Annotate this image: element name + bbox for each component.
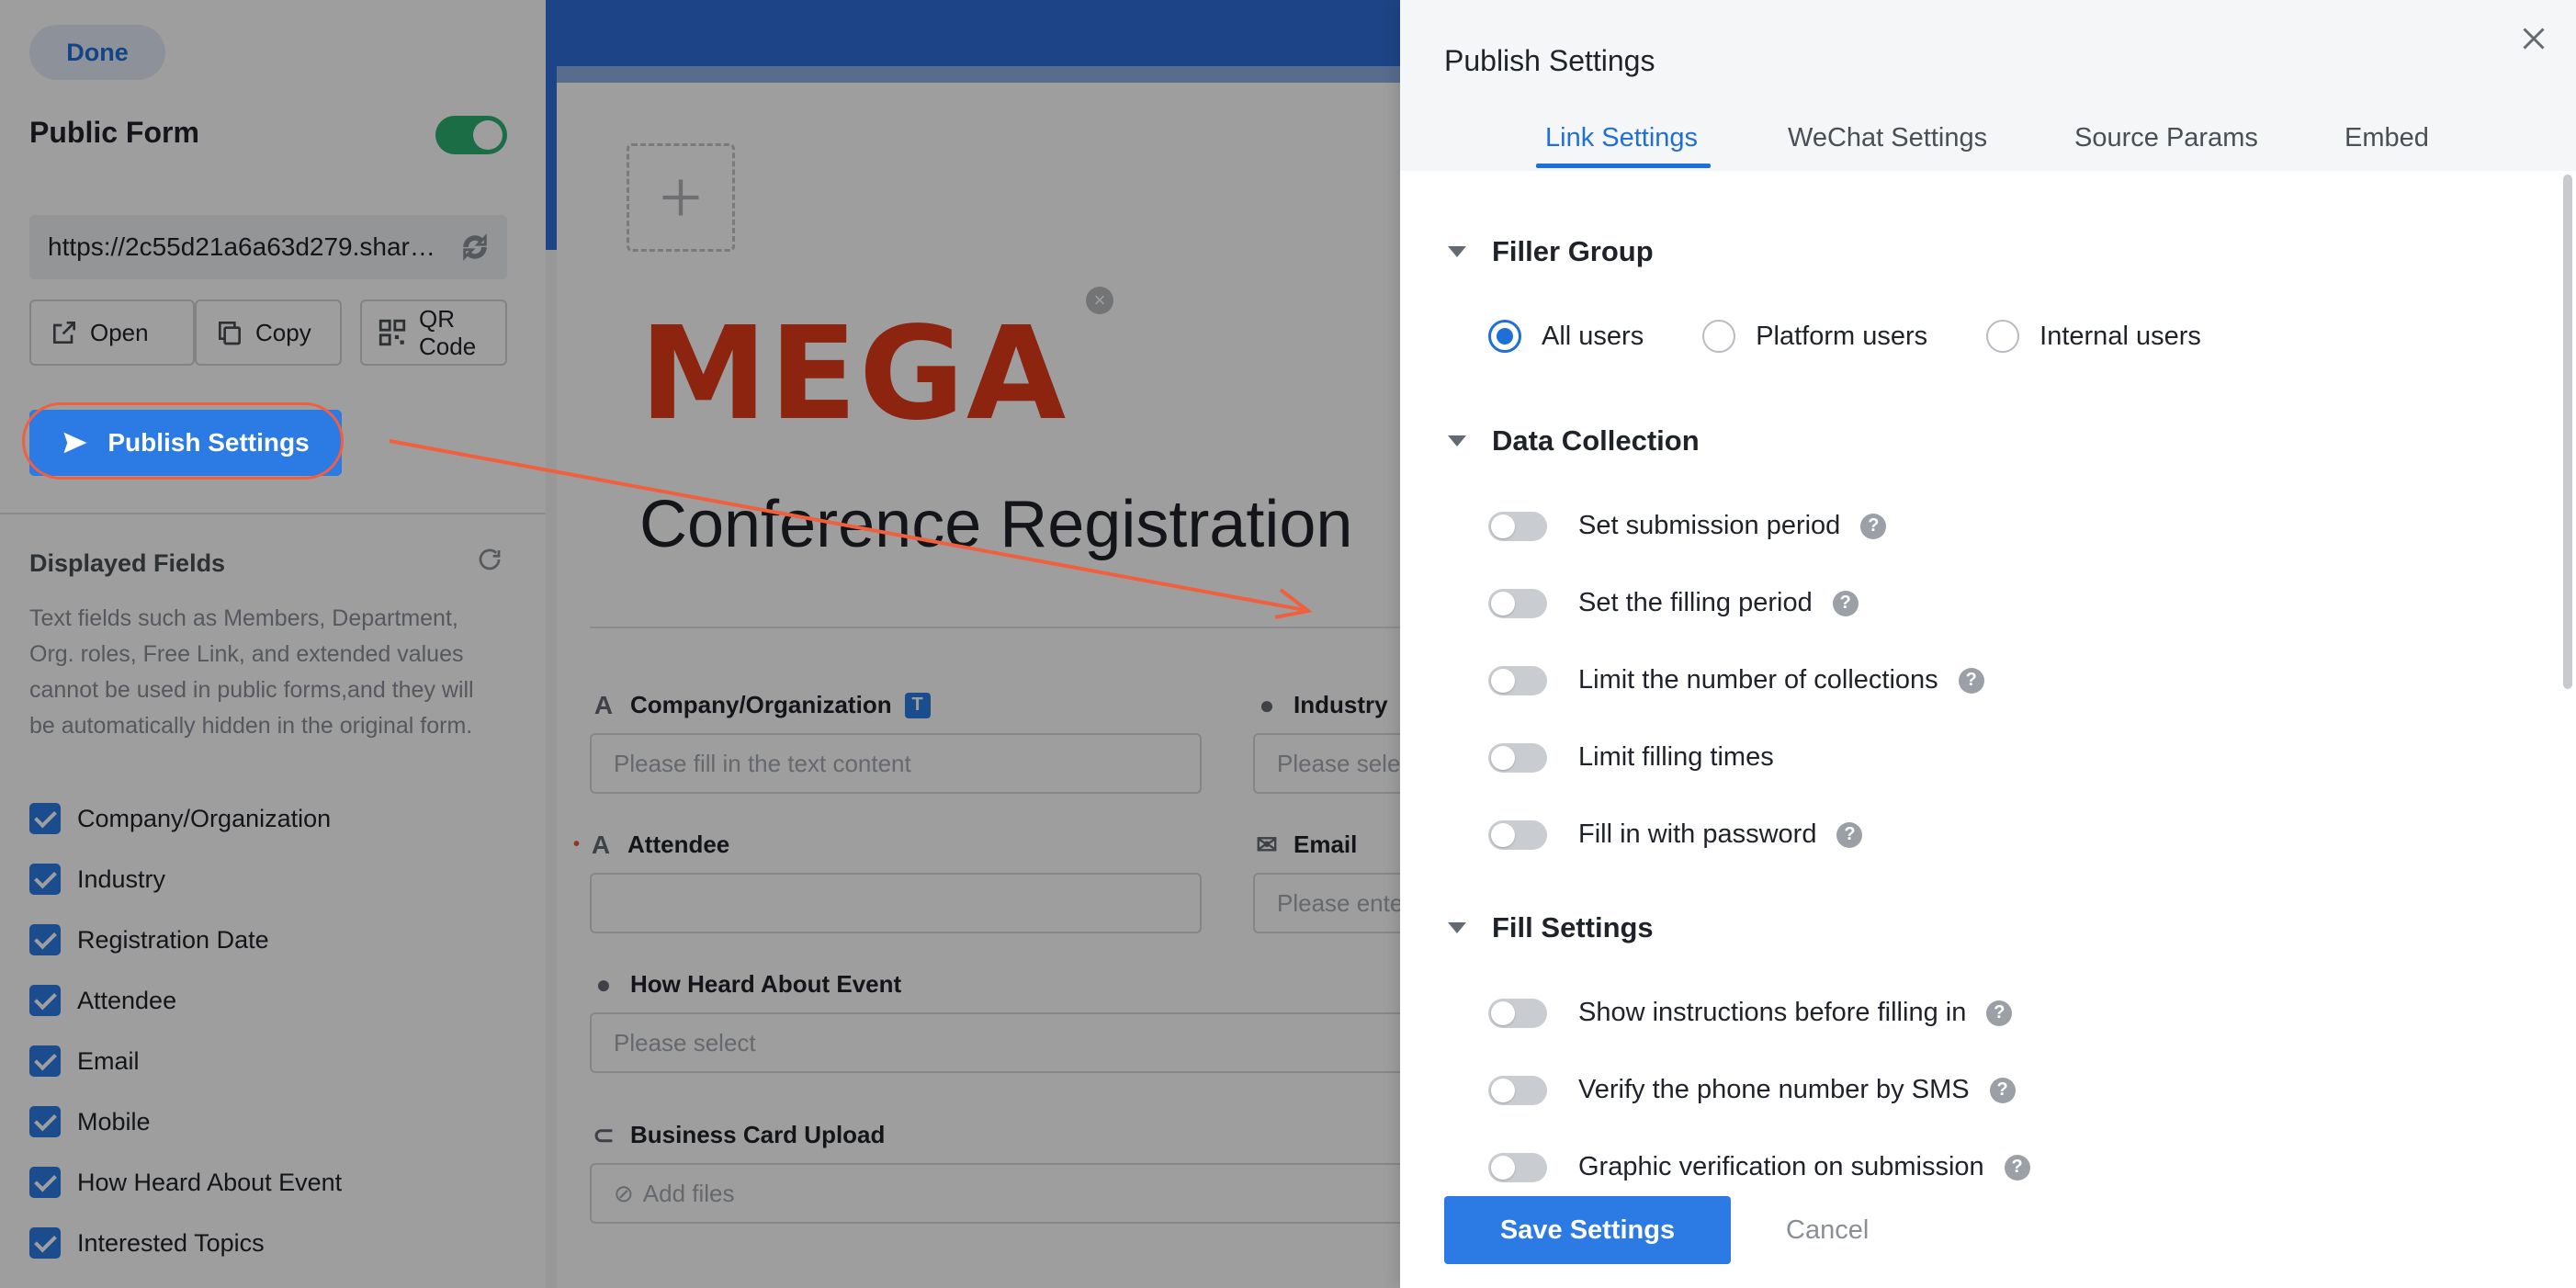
active-tab-indicator xyxy=(1536,164,1711,168)
tab-source-params[interactable]: Source Params xyxy=(2074,123,2258,153)
annotation-arrow xyxy=(389,439,1313,619)
tab-embed[interactable]: Embed xyxy=(2344,123,2429,153)
tab-wechat-settings[interactable]: WeChat Settings xyxy=(1788,123,1987,153)
setting-label: Set submission period xyxy=(1578,511,1841,540)
help-icon[interactable]: ? xyxy=(1958,667,1984,694)
setting-label: Fill in with password xyxy=(1578,819,1817,849)
setting-filling-period: Set the filling period? xyxy=(1488,588,1859,618)
radio-selected[interactable] xyxy=(1488,320,1521,353)
setting-label: Show instructions before filling in xyxy=(1578,998,1967,1027)
setting-limit-filling-times: Limit filling times xyxy=(1488,742,1774,773)
setting-graphic-verification: Graphic verification on submission? xyxy=(1488,1152,2030,1182)
radio-all-users[interactable]: All users xyxy=(1488,320,1644,353)
help-icon[interactable]: ? xyxy=(1986,1000,2013,1026)
setting-password: Fill in with password? xyxy=(1488,819,1863,850)
setting-verify-phone: Verify the phone number by SMS? xyxy=(1488,1075,2016,1105)
collapse-caret-icon xyxy=(1448,922,1466,933)
collapse-caret-icon xyxy=(1448,435,1466,446)
fill-settings-section-header[interactable]: Fill Settings xyxy=(1448,911,1654,944)
filler-group-title: Filler Group xyxy=(1492,235,1654,267)
toggle-switch[interactable] xyxy=(1488,1152,1547,1182)
setting-submission-period: Set submission period? xyxy=(1488,511,1887,541)
filler-group-radios: All users Platform users Internal users xyxy=(1488,320,2260,353)
help-icon[interactable]: ? xyxy=(1989,1077,2016,1103)
scrollbar[interactable] xyxy=(2563,175,2572,689)
close-icon[interactable] xyxy=(2517,22,2550,55)
radio-internal-users[interactable]: Internal users xyxy=(1986,320,2201,353)
drawer-title: Publish Settings xyxy=(1444,44,1655,77)
tab-link-settings[interactable]: Link Settings xyxy=(1545,123,1698,153)
data-collection-section-header[interactable]: Data Collection xyxy=(1448,424,1700,458)
toggle-switch[interactable] xyxy=(1488,588,1547,618)
toggle-switch[interactable] xyxy=(1488,511,1547,541)
toggle-switch[interactable] xyxy=(1488,819,1547,850)
help-icon[interactable]: ? xyxy=(1836,821,1863,848)
setting-label: Verify the phone number by SMS xyxy=(1578,1075,1970,1104)
help-icon[interactable]: ? xyxy=(1832,590,1859,616)
radio-unselected[interactable] xyxy=(1702,320,1736,353)
radio-label: Platform users xyxy=(1756,321,1928,351)
setting-limit-collections: Limit the number of collections? xyxy=(1488,665,1984,695)
fill-settings-title: Fill Settings xyxy=(1492,911,1654,943)
setting-label: Set the filling period xyxy=(1578,588,1813,617)
setting-label: Graphic verification on submission xyxy=(1578,1152,1984,1181)
radio-label: Internal users xyxy=(2039,321,2201,351)
help-icon[interactable]: ? xyxy=(1860,513,1887,539)
toggle-switch[interactable] xyxy=(1488,742,1547,773)
toggle-switch[interactable] xyxy=(1488,998,1547,1028)
save-settings-button[interactable]: Save Settings xyxy=(1444,1196,1731,1264)
collapse-caret-icon xyxy=(1448,246,1466,257)
toggle-switch[interactable] xyxy=(1488,665,1547,695)
setting-show-instructions: Show instructions before filling in? xyxy=(1488,998,2013,1028)
data-collection-title: Data Collection xyxy=(1492,424,1700,457)
publish-settings-drawer: Publish Settings Link Settings WeChat Se… xyxy=(1400,0,2576,1288)
help-icon[interactable]: ? xyxy=(2004,1154,2030,1181)
radio-unselected[interactable] xyxy=(1986,320,2020,353)
toggle-switch[interactable] xyxy=(1488,1075,1547,1105)
cancel-button[interactable]: Cancel xyxy=(1786,1196,1869,1264)
drawer-footer: Save Settings Cancel xyxy=(1400,1185,2576,1288)
filler-group-section-header[interactable]: Filler Group xyxy=(1448,235,1654,268)
radio-label: All users xyxy=(1542,321,1644,351)
setting-label: Limit filling times xyxy=(1578,742,1774,772)
setting-label: Limit the number of collections xyxy=(1578,665,1938,695)
radio-platform-users[interactable]: Platform users xyxy=(1702,320,1927,353)
